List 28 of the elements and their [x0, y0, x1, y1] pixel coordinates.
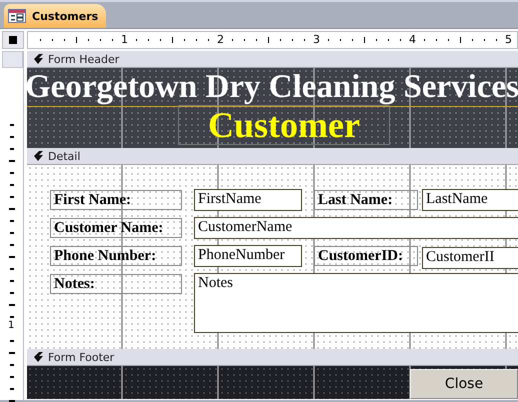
text-box-control[interactable]: CustomerII	[422, 247, 518, 269]
field-label[interactable]: Phone Number:	[50, 246, 182, 266]
section-bar[interactable]: Form Header	[27, 51, 518, 68]
section-arrow-icon	[33, 151, 44, 161]
ruler-number: 1	[8, 320, 14, 331]
field-label[interactable]: CustomerID:	[314, 246, 418, 266]
section-arrow-icon	[33, 54, 44, 64]
text-box-control[interactable]: CustomerName	[194, 217, 518, 239]
close-button[interactable]: Close	[410, 369, 518, 399]
section-bar[interactable]: Detail	[27, 148, 518, 165]
section-bar[interactable]: Form Footer	[27, 349, 518, 366]
ruler-number: 3	[313, 33, 320, 46]
ruler-number: 4	[409, 33, 416, 46]
text-box-control[interactable]: PhoneNumber	[194, 245, 302, 267]
document-tab[interactable]: Customers	[4, 4, 106, 28]
field-label[interactable]: Last Name:	[314, 190, 418, 210]
field-label[interactable]: Notes:	[50, 274, 182, 294]
text-box-control[interactable]: LastName	[422, 189, 518, 211]
text-box-control[interactable]: Notes	[194, 273, 518, 333]
ruler-number: 5	[505, 33, 512, 46]
field-label[interactable]: First Name:	[50, 190, 182, 210]
form-selector[interactable]	[2, 31, 24, 49]
section-arrow-icon	[33, 352, 44, 362]
form-icon	[8, 9, 26, 23]
ruler-number: 1	[121, 33, 128, 46]
text-box-control[interactable]: FirstName	[194, 189, 302, 211]
ruler-number: 2	[217, 33, 224, 46]
field-label[interactable]: Customer Name:	[50, 218, 182, 238]
